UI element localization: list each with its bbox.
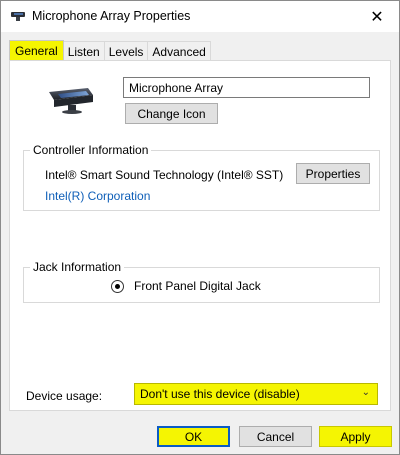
cancel-button[interactable]: Cancel <box>239 426 312 447</box>
jack-radio-button[interactable] <box>111 280 124 293</box>
ok-button[interactable]: OK <box>157 426 230 447</box>
general-tab-panel: Change Icon Controller Information Intel… <box>9 60 391 411</box>
tab-strip: General Listen Levels Advanced <box>9 40 211 61</box>
controller-properties-button[interactable]: Properties <box>296 163 370 184</box>
jack-group-label: Jack Information <box>30 260 125 274</box>
device-name-input[interactable] <box>123 77 370 98</box>
controller-information-group: Controller Information Intel® Smart Soun… <box>23 143 380 211</box>
tab-listen[interactable]: Listen <box>63 41 105 61</box>
controller-name: Intel® Smart Sound Technology (Intel® SS… <box>45 168 284 182</box>
tab-levels[interactable]: Levels <box>104 41 149 61</box>
apply-button[interactable]: Apply <box>319 426 392 447</box>
microphone-array-device-icon <box>49 88 93 114</box>
jack-name: Front Panel Digital Jack <box>134 279 261 293</box>
properties-dialog: Microphone Array Properties ✕ General Li… <box>0 0 400 455</box>
controller-group-label: Controller Information <box>30 143 152 157</box>
title-bar: Microphone Array Properties ✕ <box>1 1 399 32</box>
tab-general[interactable]: General <box>9 40 64 61</box>
device-usage-value: Don't use this device (disable) <box>140 387 300 401</box>
device-usage-label: Device usage: <box>26 389 103 403</box>
close-icon: ✕ <box>370 8 384 26</box>
manufacturer-link[interactable]: Intel(R) Corporation <box>45 189 150 203</box>
microphone-array-icon <box>11 12 25 21</box>
change-icon-button[interactable]: Change Icon <box>125 103 218 124</box>
close-button[interactable]: ✕ <box>355 1 399 32</box>
device-usage-dropdown[interactable]: Don't use this device (disable) ⌄ <box>134 383 378 405</box>
jack-information-group: Jack Information Front Panel Digital Jac… <box>23 260 380 303</box>
tab-advanced[interactable]: Advanced <box>148 41 211 61</box>
chevron-down-icon: ⌄ <box>361 387 370 398</box>
window-title: Microphone Array Properties <box>32 9 191 23</box>
